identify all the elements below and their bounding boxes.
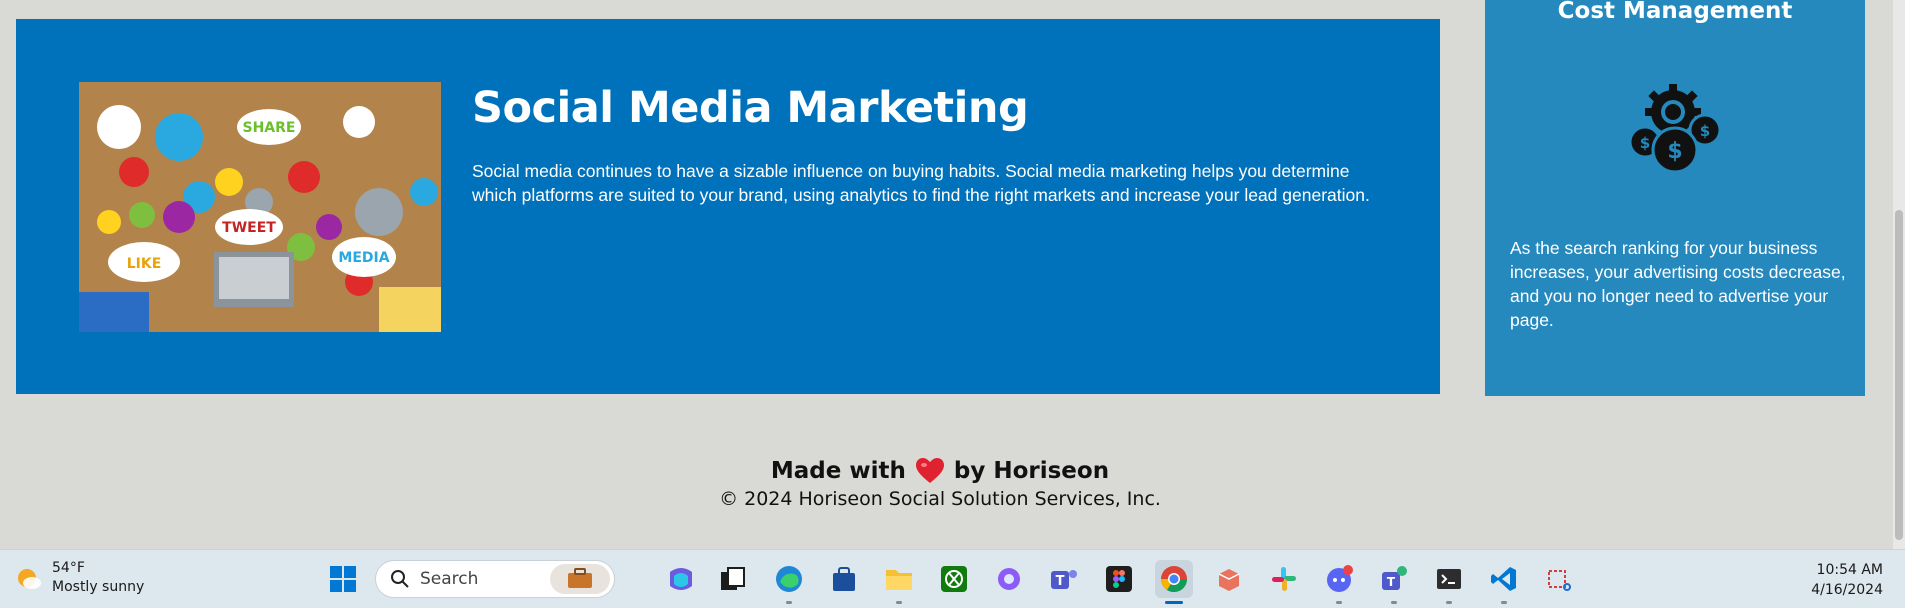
like-word: LIKE: [127, 256, 162, 272]
copyright: © 2024 Horiseon Social Solution Services…: [719, 488, 1161, 510]
service-card-social-media: SHARE TWEET LIKE MEDIA Social Media Mark…: [16, 19, 1440, 394]
search-icon: [391, 570, 409, 588]
svg-text:T: T: [1387, 575, 1396, 589]
svg-text:$: $: [1700, 122, 1710, 140]
discord-icon[interactable]: [1320, 560, 1358, 604]
footer: Made with by Horiseon © 2024 Horiseon So…: [0, 458, 1880, 510]
copilot-app-icon[interactable]: [662, 560, 700, 598]
taskbar-search[interactable]: Search: [375, 560, 615, 598]
social-media-image: SHARE TWEET LIKE MEDIA: [79, 82, 441, 332]
benefit-card-cost-management: Cost Management $ $ $ As the search rank…: [1485, 0, 1865, 396]
web-page: SHARE TWEET LIKE MEDIA Social Media Mark…: [0, 0, 1905, 549]
figma-icon[interactable]: [1100, 560, 1138, 598]
weather-temp: 54°F: [52, 560, 85, 576]
svg-text:T: T: [1056, 574, 1065, 589]
xbox-icon[interactable]: [935, 560, 973, 598]
store-icon[interactable]: [825, 560, 863, 598]
made-with-label: Made with: [770, 458, 906, 484]
file-explorer-icon[interactable]: [880, 560, 918, 604]
made-with-line: Made with by Horiseon: [0, 458, 1880, 484]
service-title: Social Media Marketing: [472, 83, 1029, 133]
clock-date: 4/16/2024: [1811, 582, 1883, 598]
weather-sun-icon: [18, 569, 41, 589]
edge-browser-icon[interactable]: [770, 560, 808, 604]
clock-time: 10:54 AM: [1816, 562, 1883, 578]
scrollbar-thumb[interactable]: [1895, 210, 1903, 540]
copilot-icon[interactable]: [990, 560, 1028, 598]
heart-icon: [915, 458, 944, 484]
service-description: Social media continues to have a sizable…: [472, 161, 1370, 205]
svg-text:$: $: [1667, 139, 1682, 164]
terminal-icon[interactable]: [1430, 560, 1468, 604]
taskbar-clock[interactable]: 10:54 AM 4/16/2024: [1811, 560, 1883, 600]
start-button[interactable]: [324, 560, 362, 598]
weather-desc: Mostly sunny: [52, 579, 145, 595]
teams-icon[interactable]: T: [1045, 560, 1083, 598]
search-label: Search: [420, 569, 479, 589]
chrome-icon[interactable]: [1155, 560, 1193, 604]
gear-dollar-icon: $ $ $: [1625, 80, 1725, 180]
media-word: MEDIA: [338, 250, 389, 266]
svg-text:$: $: [1640, 134, 1650, 152]
vscode-icon[interactable]: [1485, 560, 1523, 604]
windows-taskbar: 54°F Mostly sunny Search T T 10:54 AM 4/…: [0, 549, 1905, 608]
share-word: SHARE: [243, 120, 296, 136]
package-icon[interactable]: [1210, 560, 1248, 598]
slack-icon[interactable]: [1265, 560, 1303, 598]
weather-widget[interactable]: 54°F Mostly sunny: [14, 559, 144, 597]
task-view-icon[interactable]: [714, 560, 752, 598]
windows-logo-icon: [330, 566, 356, 592]
page-scrollbar[interactable]: [1893, 0, 1905, 549]
teams-new-icon[interactable]: T: [1375, 560, 1413, 604]
benefit-title: Cost Management: [1557, 0, 1793, 24]
by-horiseon-label: by Horiseon: [953, 458, 1110, 484]
tweet-word: TWEET: [222, 220, 276, 236]
briefcase-icon: [550, 564, 610, 594]
snipping-tool-icon[interactable]: [1540, 560, 1578, 598]
benefit-description: As the search ranking for your business …: [1510, 238, 1846, 330]
